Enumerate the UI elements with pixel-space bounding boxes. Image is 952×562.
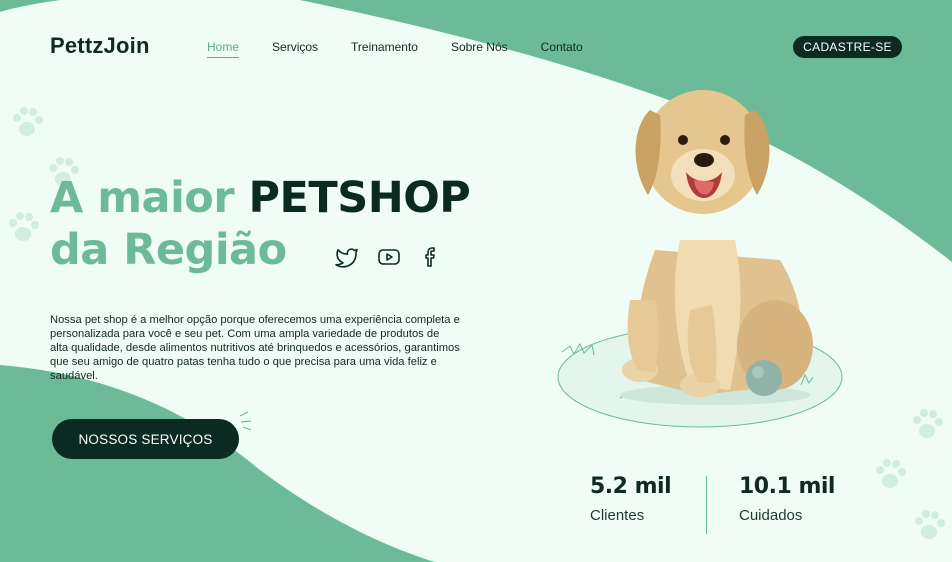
hero-title-part1: A maior — [50, 173, 249, 223]
main-navigation: Home Serviços Treinamento Sobre Nós Cont… — [207, 40, 583, 58]
facebook-icon[interactable] — [419, 245, 443, 269]
stat-clientes: 5.2 mil Clientes — [590, 474, 672, 524]
top-left-corner-shape — [0, 0, 60, 12]
our-services-button[interactable]: NOSSOS SERVIÇOS — [52, 419, 239, 459]
brand-logo[interactable]: PettzJoin — [50, 33, 150, 59]
hero-description: Nossa pet shop é a melhor opção porque o… — [50, 314, 460, 382]
nav-item-treinamento[interactable]: Treinamento — [351, 40, 418, 58]
paw-icon — [915, 510, 945, 539]
bottom-left-wave — [0, 365, 435, 562]
youtube-icon[interactable] — [377, 245, 401, 269]
paw-icon — [913, 409, 943, 438]
stat-cuidados: 10.1 mil Cuidados — [739, 474, 835, 524]
nav-item-contato[interactable]: Contato — [541, 40, 583, 58]
nav-item-sobre-nos[interactable]: Sobre Nós — [451, 40, 508, 58]
hero-title-highlight: PETSHOP — [248, 173, 471, 223]
twitter-icon[interactable] — [335, 245, 359, 269]
paw-icon — [13, 107, 43, 136]
hero-title-line2: da Região — [50, 225, 287, 275]
paw-icon — [876, 459, 906, 488]
stat-value: 10.1 mil — [739, 474, 835, 499]
signup-button[interactable]: CADASTRE-SE — [793, 36, 902, 58]
stat-label: Cuidados — [739, 507, 803, 524]
nav-item-servicos[interactable]: Serviços — [272, 40, 318, 58]
paw-icon — [9, 212, 39, 241]
social-links — [335, 245, 443, 269]
nav-item-home[interactable]: Home — [207, 40, 240, 58]
stats-divider — [706, 476, 707, 534]
stat-value: 5.2 mil — [590, 474, 672, 499]
stat-label: Clientes — [590, 507, 645, 524]
